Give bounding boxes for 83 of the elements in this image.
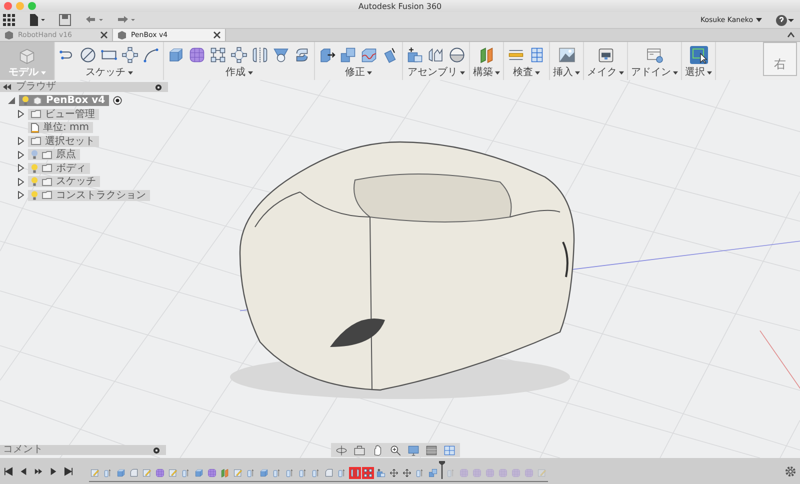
grid-icon[interactable] bbox=[443, 444, 456, 456]
expand-arrow-icon[interactable] bbox=[18, 164, 24, 172]
toolbar-menu-button[interactable]: アドイン bbox=[631, 67, 678, 78]
lightbulb-icon[interactable] bbox=[31, 190, 38, 200]
panel-title: ブラウザ bbox=[16, 82, 56, 92]
close-window-button[interactable] bbox=[4, 2, 12, 10]
app-grid-icon[interactable] bbox=[3, 14, 15, 26]
browser-item[interactable]: 原点 bbox=[28, 149, 80, 160]
window-title: Autodesk Fusion 360 bbox=[358, 2, 442, 10]
caret-icon bbox=[673, 70, 678, 74]
monitor-icon[interactable] bbox=[407, 444, 420, 456]
caret-icon bbox=[495, 70, 500, 74]
expand-arrow-icon[interactable] bbox=[18, 150, 24, 159]
close-icon[interactable] bbox=[213, 31, 221, 39]
component-icon bbox=[33, 96, 42, 106]
step-forward-icon[interactable] bbox=[49, 466, 58, 476]
file-icon[interactable] bbox=[29, 14, 45, 26]
close-icon[interactable] bbox=[100, 31, 108, 39]
active-radio-icon[interactable] bbox=[113, 96, 122, 106]
caret-icon bbox=[248, 70, 252, 74]
toolbar-menu-button[interactable]: 検査 bbox=[513, 67, 540, 78]
skip-to-end-icon[interactable] bbox=[64, 466, 73, 476]
browser-item[interactable]: 選択セット bbox=[28, 136, 99, 147]
skip-to-start-icon[interactable] bbox=[4, 466, 13, 476]
document-icon bbox=[31, 122, 39, 133]
browser-item[interactable]: 単位: mm bbox=[28, 122, 94, 134]
caret-icon bbox=[460, 70, 464, 74]
expand-arrow-icon[interactable] bbox=[8, 97, 15, 104]
toolbar-menu-button[interactable]: 作成 bbox=[226, 67, 252, 78]
collapse-icon[interactable] bbox=[787, 32, 795, 38]
step-back-icon[interactable] bbox=[19, 466, 28, 476]
caret-icon bbox=[619, 70, 624, 74]
circle-icon[interactable] bbox=[79, 46, 97, 64]
lightbulb-icon[interactable] bbox=[31, 150, 38, 160]
caret-icon bbox=[707, 70, 712, 74]
toolbar-menu-button[interactable]: 挿入 bbox=[553, 67, 580, 78]
caret-icon bbox=[128, 70, 132, 74]
form-icon[interactable] bbox=[188, 46, 206, 64]
caret-icon bbox=[756, 18, 762, 22]
plane-icon[interactable] bbox=[478, 46, 496, 64]
expand-arrow-icon[interactable] bbox=[18, 110, 24, 118]
undo-icon[interactable] bbox=[85, 15, 103, 25]
pin-icon[interactable] bbox=[153, 446, 160, 454]
toolbar-menu-button[interactable]: 修正 bbox=[345, 67, 372, 78]
box-icon[interactable] bbox=[167, 46, 185, 64]
caret-icon bbox=[367, 70, 372, 74]
visual-style-icon[interactable] bbox=[425, 444, 438, 456]
cube-face-label: 右 bbox=[774, 56, 786, 73]
timeline-marker[interactable] bbox=[439, 460, 445, 478]
browser-item[interactable]: スケッチ bbox=[28, 176, 100, 188]
select-icon[interactable] bbox=[690, 46, 708, 64]
collapse-icon[interactable] bbox=[3, 84, 11, 90]
browser-item[interactable]: ボディ bbox=[28, 162, 90, 174]
play-icon[interactable] bbox=[34, 466, 43, 476]
arc-icon[interactable] bbox=[142, 46, 160, 64]
lightbulb-icon[interactable] bbox=[22, 96, 29, 106]
folder-icon bbox=[31, 110, 41, 118]
save-icon[interactable] bbox=[59, 14, 71, 26]
printer-icon[interactable] bbox=[596, 46, 614, 64]
expand-arrow-icon[interactable] bbox=[18, 137, 24, 146]
help-icon[interactable] bbox=[776, 14, 794, 26]
caret-icon bbox=[575, 70, 580, 74]
toolbar-menu-button[interactable]: 選択 bbox=[685, 67, 712, 78]
settings-icon[interactable] bbox=[785, 466, 796, 476]
browser-item[interactable]: ビュー管理 bbox=[28, 108, 99, 120]
toolbar-menu-button[interactable]: スケッチ bbox=[86, 67, 132, 78]
zoom-icon[interactable] bbox=[389, 444, 402, 456]
lightbulb-icon[interactable] bbox=[31, 164, 38, 173]
combine-icon[interactable] bbox=[339, 46, 357, 64]
image-icon[interactable] bbox=[558, 46, 576, 64]
browser-item[interactable]: コンストラクション bbox=[28, 190, 150, 201]
toolbar-menu-button[interactable]: メイク bbox=[587, 67, 624, 78]
caret-icon bbox=[40, 70, 46, 74]
toolbar-menu-button[interactable]: 構築 bbox=[473, 67, 500, 78]
caret-icon bbox=[535, 70, 540, 74]
expand-arrow-icon[interactable] bbox=[18, 178, 24, 186]
pin-icon[interactable] bbox=[155, 84, 162, 90]
redo-icon[interactable] bbox=[117, 15, 135, 25]
expand-arrow-icon[interactable] bbox=[18, 191, 24, 200]
toolbar-menu-button[interactable]: アセンブリ bbox=[408, 67, 464, 78]
orbit-icon[interactable] bbox=[335, 444, 348, 456]
lightbulb-icon[interactable] bbox=[31, 177, 38, 186]
panel-title: コメント bbox=[3, 445, 43, 455]
